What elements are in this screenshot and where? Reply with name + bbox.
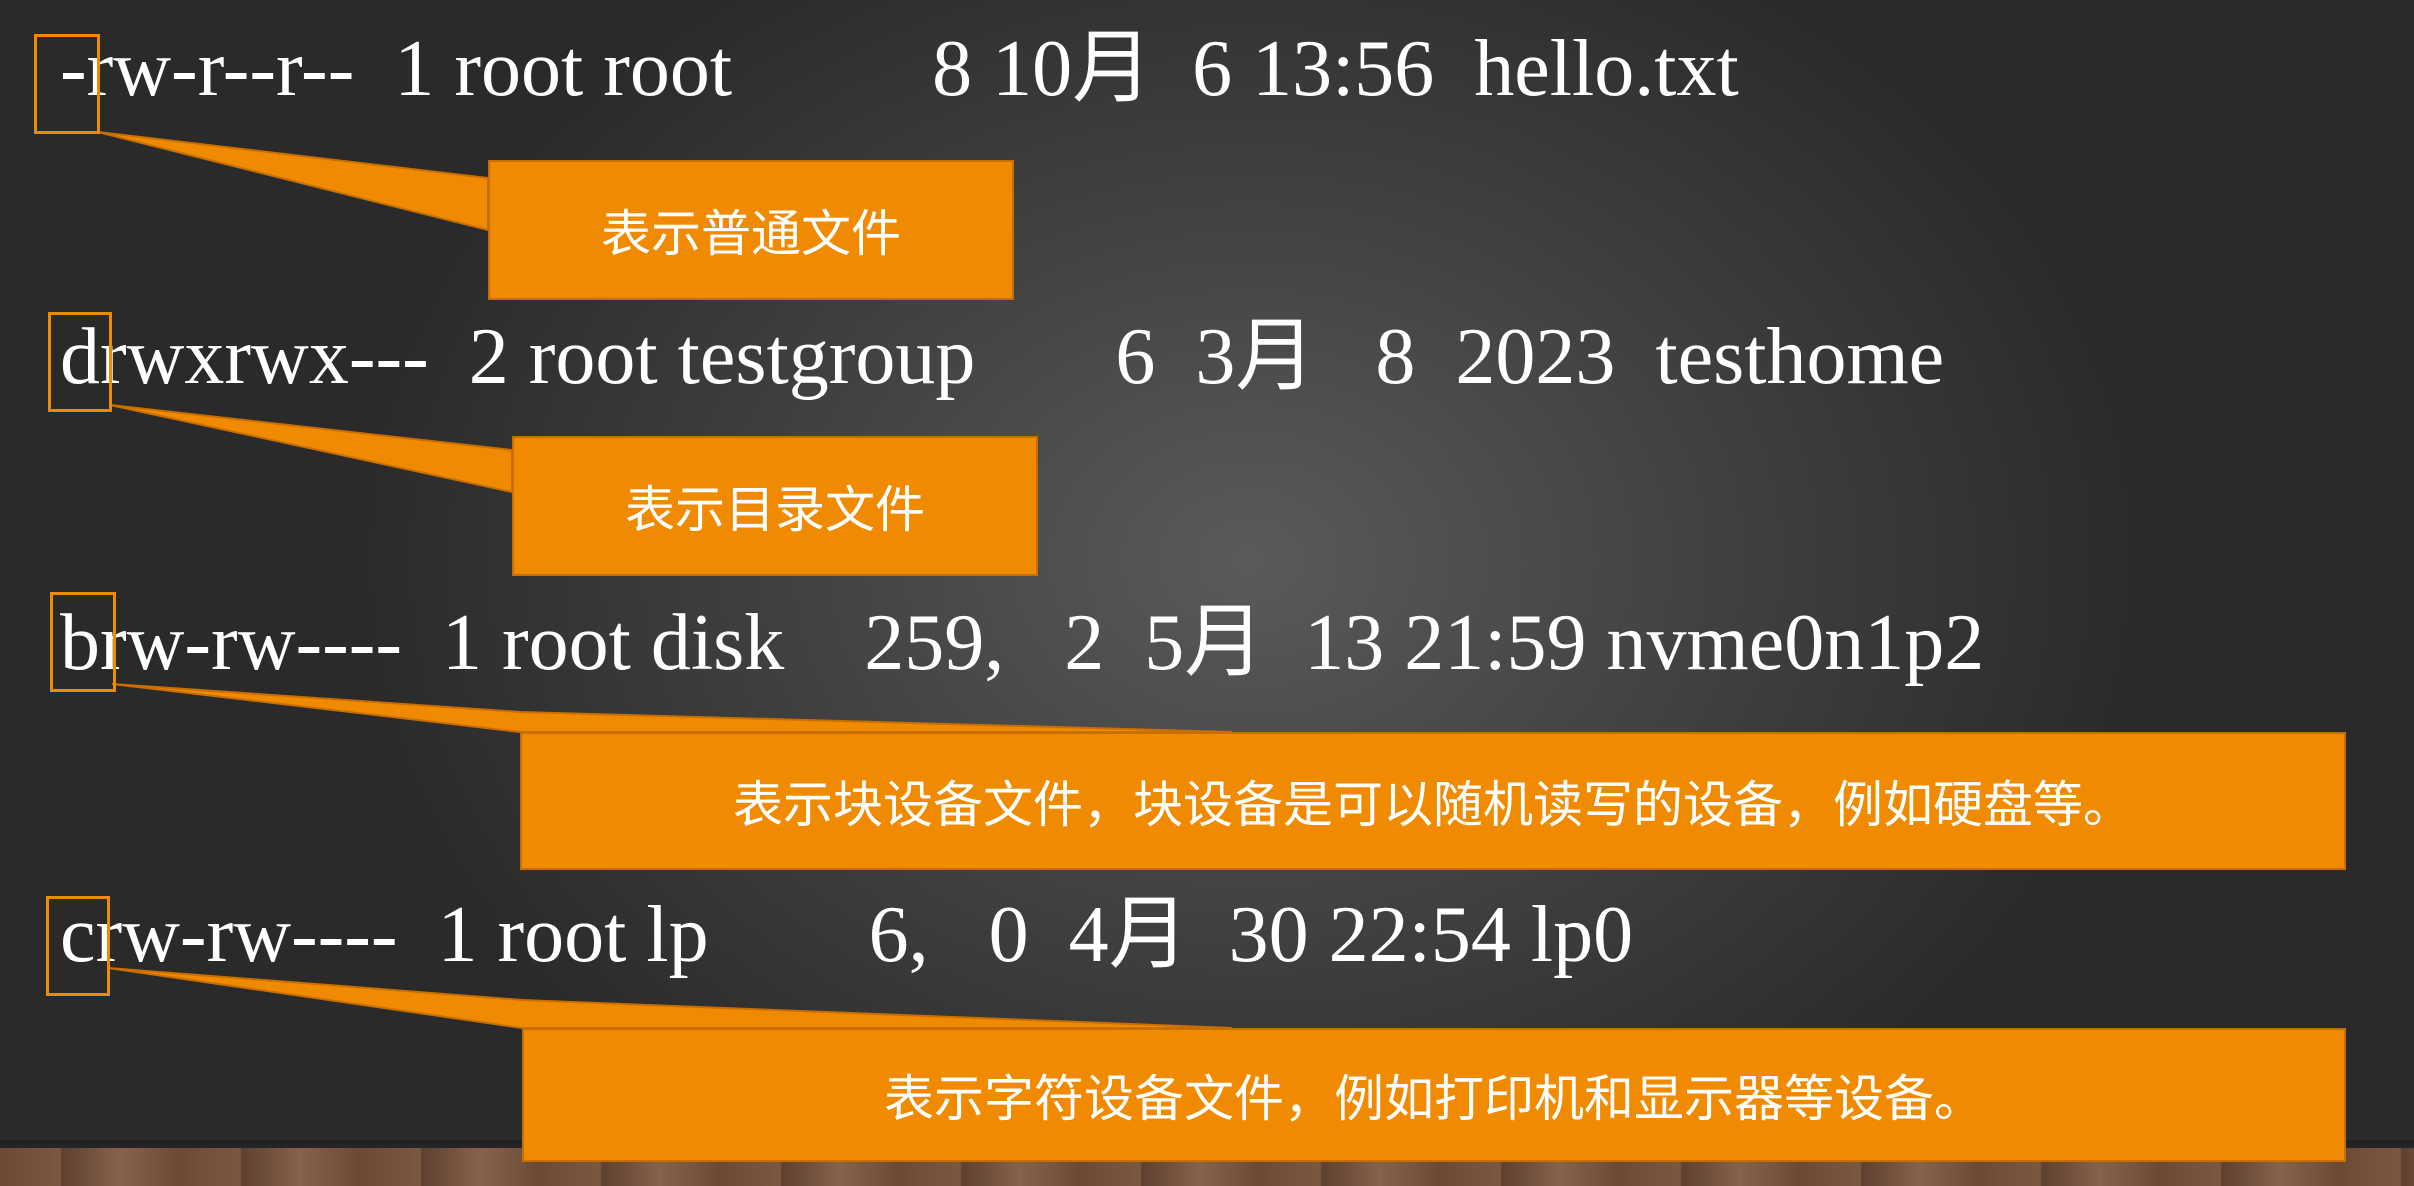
callout-char-device: 表示字符设备文件，例如打印机和显示器等设备。 xyxy=(522,1028,2346,1162)
callout-directory: 表示目录文件 xyxy=(512,436,1038,576)
pointer-1 xyxy=(97,131,489,232)
listing-line-4: crw-rw---- 1 root lp 6, 0 4月 30 22:54 lp… xyxy=(60,891,1634,979)
type-char-highlight-4 xyxy=(46,896,110,996)
listing-line-3: brw-rw---- 1 root disk 259, 2 5月 13 21:5… xyxy=(60,599,1985,687)
listing-line-2: drwxrwx--- 2 root testgroup 6 3月 8 2023 … xyxy=(60,313,1945,401)
type-char-highlight-2 xyxy=(48,312,112,412)
callout-regular-file: 表示普通文件 xyxy=(488,160,1014,300)
callout-pointers xyxy=(97,131,1233,1029)
pointer-3 xyxy=(111,683,1233,733)
pointer-2 xyxy=(109,404,513,494)
type-char-highlight-3 xyxy=(50,592,116,692)
callout-block-device: 表示块设备文件，块设备是可以随机读写的设备，例如硬盘等。 xyxy=(520,732,2346,870)
type-char-highlight-1 xyxy=(34,34,100,134)
listing-line-1: -rw-r--r-- 1 root root 8 10月 6 13:56 hel… xyxy=(60,25,1739,113)
